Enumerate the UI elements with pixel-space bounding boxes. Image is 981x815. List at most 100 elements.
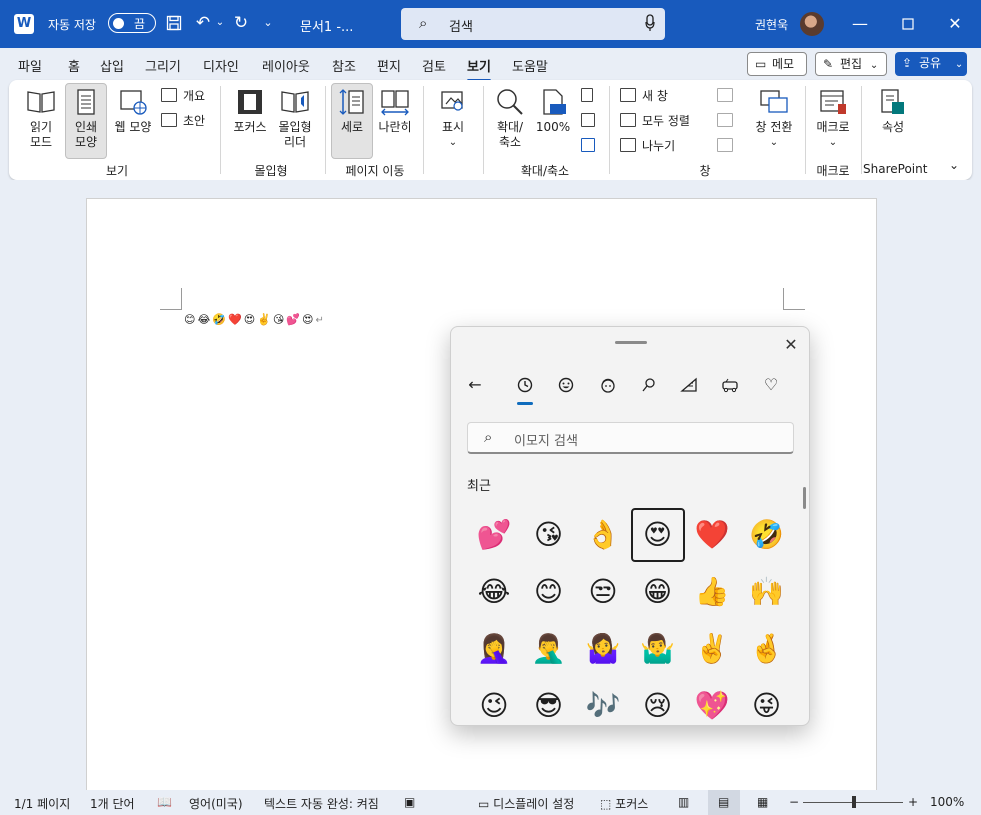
emoji-item[interactable]: 🎶 <box>576 679 630 725</box>
multiple-pages-button[interactable] <box>581 113 595 129</box>
tab-mailings[interactable]: 편지 <box>377 56 401 75</box>
focus-mode-button[interactable]: ⬚ 포커스 <box>600 795 648 812</box>
switch-window-button[interactable]: 창 전환 ⌄ <box>749 88 799 150</box>
one-page-button[interactable] <box>581 88 593 104</box>
microphone-icon[interactable] <box>645 14 655 32</box>
back-icon[interactable]: ← <box>463 373 487 397</box>
new-window-button[interactable]: 새 창 <box>620 88 668 104</box>
undo-dropdown-icon[interactable]: ⌄ <box>214 12 226 34</box>
scrollbar-thumb[interactable] <box>803 487 806 509</box>
zoom-button[interactable]: 확대/ 축소 <box>489 88 531 150</box>
drag-handle[interactable] <box>615 341 647 344</box>
emoji-item[interactable]: 🤦‍♀️ <box>467 622 521 676</box>
zoom-out-button[interactable]: − <box>789 795 799 809</box>
tab-layout[interactable]: 레이아웃 <box>262 56 310 75</box>
autosave-toggle[interactable]: 끔 <box>108 13 156 33</box>
macro-button[interactable]: 매크로 ⌄ <box>811 88 855 150</box>
emoji-item[interactable]: 🤞 <box>740 622 794 676</box>
customize-icon[interactable]: ⌄ <box>260 12 276 34</box>
draft-button[interactable]: 초안 <box>161 113 205 129</box>
emoji-search-input[interactable]: ⌕ 이모지 검색 <box>467 422 794 454</box>
vertical-button[interactable]: 세로 <box>333 88 371 135</box>
maximize-icon[interactable] <box>896 12 920 36</box>
search-box[interactable]: ⌕ 검색 <box>401 8 665 40</box>
tab-home[interactable]: 홈 <box>68 56 80 75</box>
kaomoji-icon[interactable] <box>596 373 620 397</box>
emoji-item[interactable]: 💖 <box>685 679 739 725</box>
emoji-item[interactable]: 🤦‍♂️ <box>522 622 576 676</box>
tab-draw[interactable]: 그리기 <box>145 56 181 75</box>
emoji-item[interactable]: 🤷‍♂️ <box>631 622 685 676</box>
print-layout-button[interactable]: 인쇄 모양 <box>67 88 105 150</box>
focus-button[interactable]: 포커스 <box>229 88 271 135</box>
text-autocomplete[interactable]: 텍스트 자동 완성: 켜짐 <box>264 795 379 812</box>
document-name[interactable]: 문서1 -... <box>300 16 353 35</box>
immersive-reader-button[interactable]: 몰입형 리더 <box>273 88 317 150</box>
tab-design[interactable]: 디자인 <box>203 56 239 75</box>
web-layout-button[interactable]: 웹 모양 <box>111 88 155 135</box>
emoji-item[interactable]: 😒 <box>576 565 630 619</box>
language[interactable]: 영어(미국) <box>189 795 243 812</box>
word-count[interactable]: 1개 단어 <box>90 795 135 812</box>
emoji-item[interactable]: 😂 <box>467 565 521 619</box>
read-mode-button[interactable]: 읽기 모드 <box>23 88 59 150</box>
emoji-item[interactable]: 😎 <box>522 679 576 725</box>
close-icon[interactable]: ✕ <box>779 333 803 357</box>
split-button[interactable]: 나누기 <box>620 138 675 154</box>
emoji-item[interactable]: 🙌 <box>740 565 794 619</box>
emoji-item[interactable]: 💕 <box>467 508 521 562</box>
emoji-item[interactable]: 👌 <box>576 508 630 562</box>
tab-file[interactable]: 파일 <box>18 56 42 75</box>
user-name[interactable]: 권현욱 <box>755 16 788 33</box>
proofing-icon[interactable]: 📖 <box>157 795 172 809</box>
close-icon[interactable]: ✕ <box>943 12 967 36</box>
page-width-button[interactable] <box>581 138 595 154</box>
recent-icon[interactable] <box>513 373 537 397</box>
emoji-item[interactable]: ❤️ <box>685 508 739 562</box>
clipboard-icon[interactable] <box>718 373 742 397</box>
show-button[interactable]: 표시 ⌄ <box>433 88 473 150</box>
emoji-item[interactable]: 😁 <box>631 565 685 619</box>
view-side-by-side-button[interactable] <box>717 88 733 104</box>
favorites-icon[interactable]: ♡ <box>759 373 783 397</box>
memo-button[interactable]: ▭ 메모 <box>747 52 807 76</box>
undo-icon[interactable]: ↶ <box>192 12 214 34</box>
emoji-item[interactable]: 😉 <box>467 679 521 725</box>
redo-icon[interactable]: ↻ <box>230 12 252 34</box>
emoji-item[interactable]: 😜 <box>740 679 794 725</box>
emoji-icon[interactable] <box>554 373 578 397</box>
display-settings-button[interactable]: ▭ 디스플레이 설정 <box>478 795 574 812</box>
save-icon[interactable] <box>164 12 184 37</box>
zoom-100-button[interactable]: 100% <box>533 88 573 135</box>
tab-references[interactable]: 참조 <box>332 56 356 75</box>
tab-insert[interactable]: 삽입 <box>100 56 124 75</box>
ribbon-collapse-icon[interactable]: ⌄ <box>949 158 959 172</box>
symbols-icon[interactable] <box>637 373 661 397</box>
tab-help[interactable]: 도움말 <box>512 56 548 75</box>
emoji-item[interactable]: 🤣 <box>740 508 794 562</box>
outline-button[interactable]: 개요 <box>161 88 205 104</box>
emoji-item[interactable]: 😘 <box>522 508 576 562</box>
document-text[interactable]: 😊😂🤣❤️😍✌️😘💕😍↵ <box>184 313 326 326</box>
emoji-item-selected[interactable]: 😍 <box>630 508 685 562</box>
properties-button[interactable]: 속성 <box>871 88 915 135</box>
avatar[interactable] <box>800 12 824 36</box>
minimize-icon[interactable]: — <box>848 12 872 36</box>
reset-window-button[interactable] <box>717 138 733 154</box>
zoom-in-button[interactable]: + <box>908 795 918 809</box>
arrange-all-button[interactable]: 모두 정렬 <box>620 113 690 129</box>
edit-button[interactable]: ✎ 편집 ⌄ <box>815 52 887 76</box>
print-layout-icon[interactable]: ▤ <box>718 795 729 809</box>
gif-icon[interactable] <box>677 373 701 397</box>
web-layout-icon[interactable]: ▦ <box>757 795 768 809</box>
side-by-side-button[interactable]: 나란히 <box>375 88 415 135</box>
accessibility-icon[interactable]: ▣ <box>404 795 415 809</box>
zoom-level[interactable]: 100% <box>930 795 964 809</box>
zoom-slider-thumb[interactable] <box>852 796 856 808</box>
emoji-item[interactable]: 😢 <box>631 679 685 725</box>
tab-view[interactable]: 보기 <box>467 56 491 82</box>
share-button[interactable]: ⇪ 공유 ⌄ <box>895 52 967 76</box>
emoji-item[interactable]: ✌️ <box>685 622 739 676</box>
page-count[interactable]: 1/1 페이지 <box>14 795 70 812</box>
synchronous-scrolling-button[interactable] <box>717 113 733 129</box>
